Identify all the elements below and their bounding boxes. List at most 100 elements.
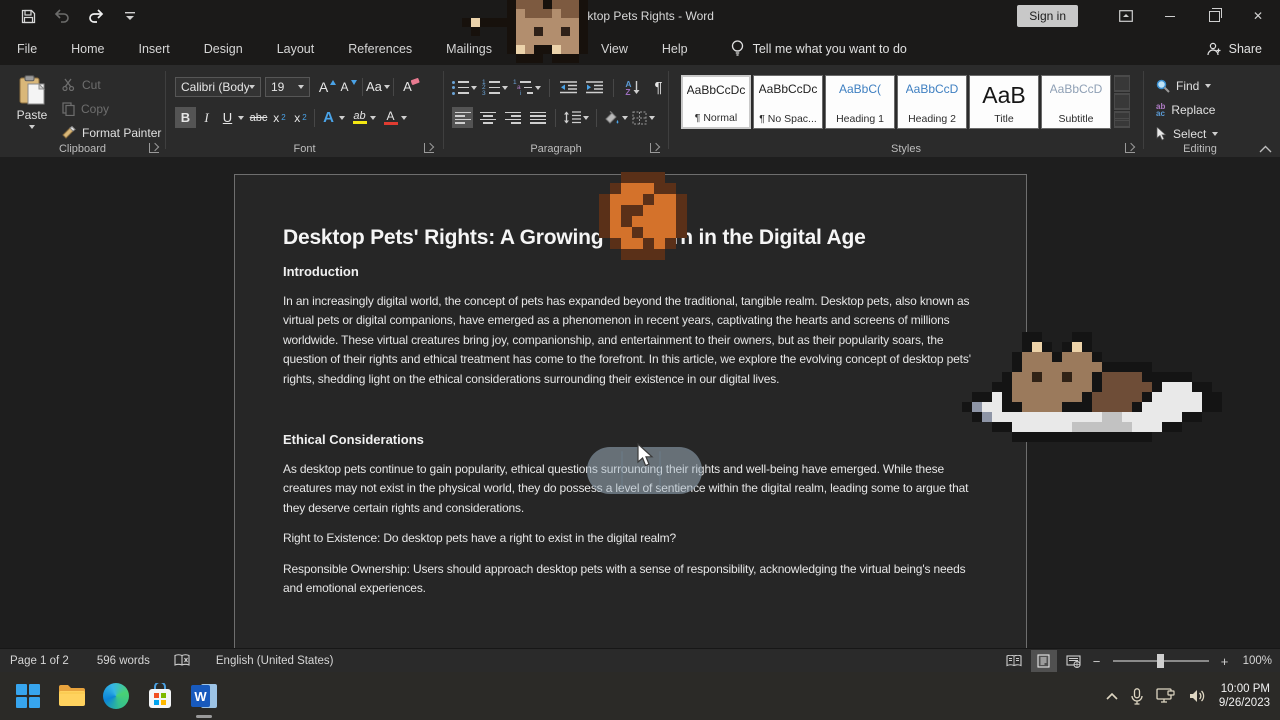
style-card[interactable]: AaBbCcDc ¶ No Spac... [753,75,823,129]
multilevel-list-button[interactable]: 1ai [513,77,541,98]
clear-formatting-button[interactable]: A [397,76,418,97]
minimize-button[interactable] [1148,0,1192,32]
collapse-ribbon-icon[interactable] [1259,145,1272,153]
decrease-indent-button[interactable] [558,77,579,98]
zoom-in-button[interactable]: + [1219,654,1231,669]
bold-button[interactable]: B [175,107,196,128]
replace-button[interactable]: abac Replace [1156,98,1218,121]
styles-more-icon[interactable] [1114,111,1130,128]
sign-in-button[interactable]: Sign in [1017,5,1078,27]
network-icon[interactable] [1156,688,1176,704]
word-count[interactable]: 596 words [87,649,160,673]
font-size-combobox[interactable]: 19 [265,77,310,97]
styles-dialog-launcher-icon[interactable] [1125,143,1135,153]
restore-button[interactable] [1192,0,1236,32]
customize-qat-icon[interactable] [120,6,140,26]
zoom-out-button[interactable]: − [1091,654,1103,669]
style-card[interactable]: AaBbC( Heading 1 [825,75,895,129]
web-layout-icon[interactable] [1061,650,1087,672]
text-effects-dropdown-icon[interactable] [339,116,345,120]
increase-indent-button[interactable] [584,77,605,98]
font-dialog-launcher-icon[interactable] [424,143,434,153]
align-left-button[interactable] [452,107,473,128]
ribbon-tab[interactable]: View [584,32,645,65]
zoom-level[interactable]: 100% [1243,655,1272,667]
underline-button[interactable]: U [217,107,238,128]
highlight-dropdown-icon[interactable] [370,116,376,120]
format-painter-button[interactable]: Format Painter [62,121,161,144]
ribbon-tab[interactable]: File [0,32,54,65]
align-center-button[interactable] [477,107,498,128]
ribbon-display-options-icon[interactable] [1104,0,1148,32]
find-dropdown-icon [1205,84,1211,88]
clock[interactable]: 10:00 PM 9/26/2023 [1219,682,1270,710]
close-button[interactable]: ✕ [1236,0,1280,32]
ribbon-tab[interactable]: Help [645,32,705,65]
superscript-button[interactable]: x2 [290,107,311,128]
language-indicator[interactable]: English (United States) [206,649,344,673]
tell-me-box[interactable]: Tell me what you want to do [731,32,907,65]
shrink-font-button[interactable]: A [338,76,359,97]
ribbon-tab[interactable]: References [331,32,429,65]
start-button-icon[interactable] [14,682,42,710]
grow-font-button[interactable]: A [317,76,338,97]
paragraph-dialog-launcher-icon[interactable] [650,143,660,153]
word-app-icon[interactable]: W [190,682,218,710]
translucent-pet[interactable] [587,447,702,494]
file-explorer-icon[interactable] [58,682,86,710]
clipboard-dialog-launcher-icon[interactable] [149,143,159,153]
microsoft-store-icon[interactable] [146,682,174,710]
ribbon-tab[interactable]: Mailings [429,32,509,65]
volume-icon[interactable] [1189,689,1206,703]
sort-button[interactable]: AZ [622,77,643,98]
style-card[interactable]: AaBbCcD Heading 2 [897,75,967,129]
font-color-button[interactable]: A [380,107,401,128]
ribbon-tab[interactable]: Design [187,32,260,65]
paste-button[interactable]: Paste [10,71,54,149]
numbering-button[interactable]: 123 [482,77,508,98]
print-layout-icon[interactable] [1031,650,1057,672]
find-button[interactable]: Find [1156,74,1218,97]
change-case-button[interactable]: Aa [366,76,390,97]
text-effects-button[interactable]: A [318,107,339,128]
zoom-slider[interactable] [1113,660,1209,662]
font-color-dropdown-icon[interactable] [401,116,407,120]
highlight-color-button[interactable]: ab [349,107,370,128]
select-button[interactable]: Select [1156,122,1218,145]
style-card[interactable]: AaBbCcDc ¶ Normal [681,75,751,129]
ribbon-tab[interactable]: Review [509,32,584,65]
save-icon[interactable] [18,6,38,26]
document-paragraph: Introduction [283,264,978,279]
page-indicator[interactable]: Page 1 of 2 [0,649,79,673]
show-paragraph-marks-button[interactable]: ¶ [648,77,669,98]
document-page[interactable]: Desktop Pets' Rights: A Growing Concern … [234,174,1027,648]
underline-dropdown-icon[interactable] [238,116,244,120]
proofing-status-icon[interactable] [164,649,200,673]
find-magnifier-icon [1156,79,1170,93]
style-card[interactable]: AaB Title [969,75,1039,129]
line-spacing-button[interactable] [563,107,589,128]
subscript-button[interactable]: x2 [269,107,290,128]
ribbon-tab[interactable]: Home [54,32,121,65]
bullets-button[interactable] [452,77,477,98]
tray-chevron-icon[interactable] [1106,692,1118,700]
style-card[interactable]: AaBbCcD Subtitle [1041,75,1111,129]
justify-button[interactable] [527,107,548,128]
align-right-button[interactable] [502,107,523,128]
strikethrough-button[interactable]: abc [248,107,269,128]
share-button[interactable]: Share [1206,32,1262,65]
edge-browser-icon[interactable] [102,682,130,710]
shading-button[interactable] [604,107,628,128]
ribbon-tab[interactable]: Insert [122,32,187,65]
font-name-combobox[interactable]: Calibri (Body [175,77,261,97]
italic-button[interactable]: I [196,107,217,128]
zoom-slider-thumb[interactable] [1157,654,1164,668]
read-mode-icon[interactable] [1001,650,1027,672]
borders-button[interactable] [632,107,655,128]
microphone-icon[interactable] [1131,688,1143,705]
styles-scroll-up-icon[interactable] [1114,75,1130,92]
redo-icon[interactable] [86,6,106,26]
ribbon-tab[interactable]: Layout [260,32,332,65]
select-dropdown-icon [1212,132,1218,136]
styles-scroll-down-icon[interactable] [1114,93,1130,110]
